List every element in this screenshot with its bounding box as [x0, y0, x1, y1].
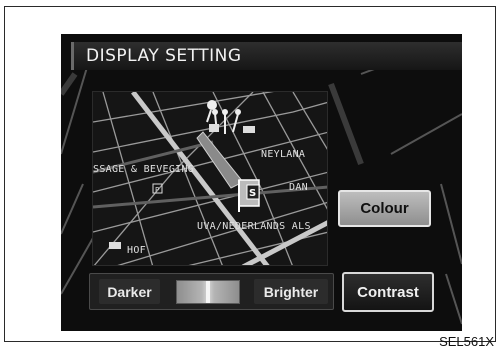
map-label-hof: HOF: [127, 245, 146, 256]
map-label-dan: DAN: [289, 182, 308, 193]
colour-button[interactable]: Colour: [338, 190, 431, 227]
contrast-level-marker[interactable]: [206, 281, 210, 303]
map-label-uva: UVA/NEDERLANDS ALS: [197, 221, 311, 232]
figure-code: SEL561X: [439, 334, 494, 349]
brighter-button[interactable]: Brighter: [254, 279, 328, 304]
contrast-adjust-bar: Darker Brighter: [89, 273, 334, 310]
darker-button[interactable]: Darker: [99, 279, 160, 304]
screen-title: DISPLAY SETTING: [86, 46, 242, 66]
display-screen: DISPLAY SETTING P NEYLANA SSAGE & BEVEGI…: [61, 34, 462, 331]
contrast-level-indicator[interactable]: [176, 280, 240, 304]
map-label-neylana: NEYLANA: [261, 149, 306, 160]
svg-text:P: P: [155, 186, 159, 194]
map-preview: P NEYLANA SSAGE & BEVEGING DAN UVA/NEDER…: [92, 91, 328, 266]
map-roads: P: [93, 92, 327, 265]
title-bar: DISPLAY SETTING: [71, 42, 462, 70]
map-label-street: SSAGE & BEVEGING: [93, 164, 195, 175]
contrast-button[interactable]: Contrast: [342, 272, 434, 312]
figure-frame: DISPLAY SETTING P NEYLANA SSAGE & BEVEGI…: [4, 6, 496, 342]
